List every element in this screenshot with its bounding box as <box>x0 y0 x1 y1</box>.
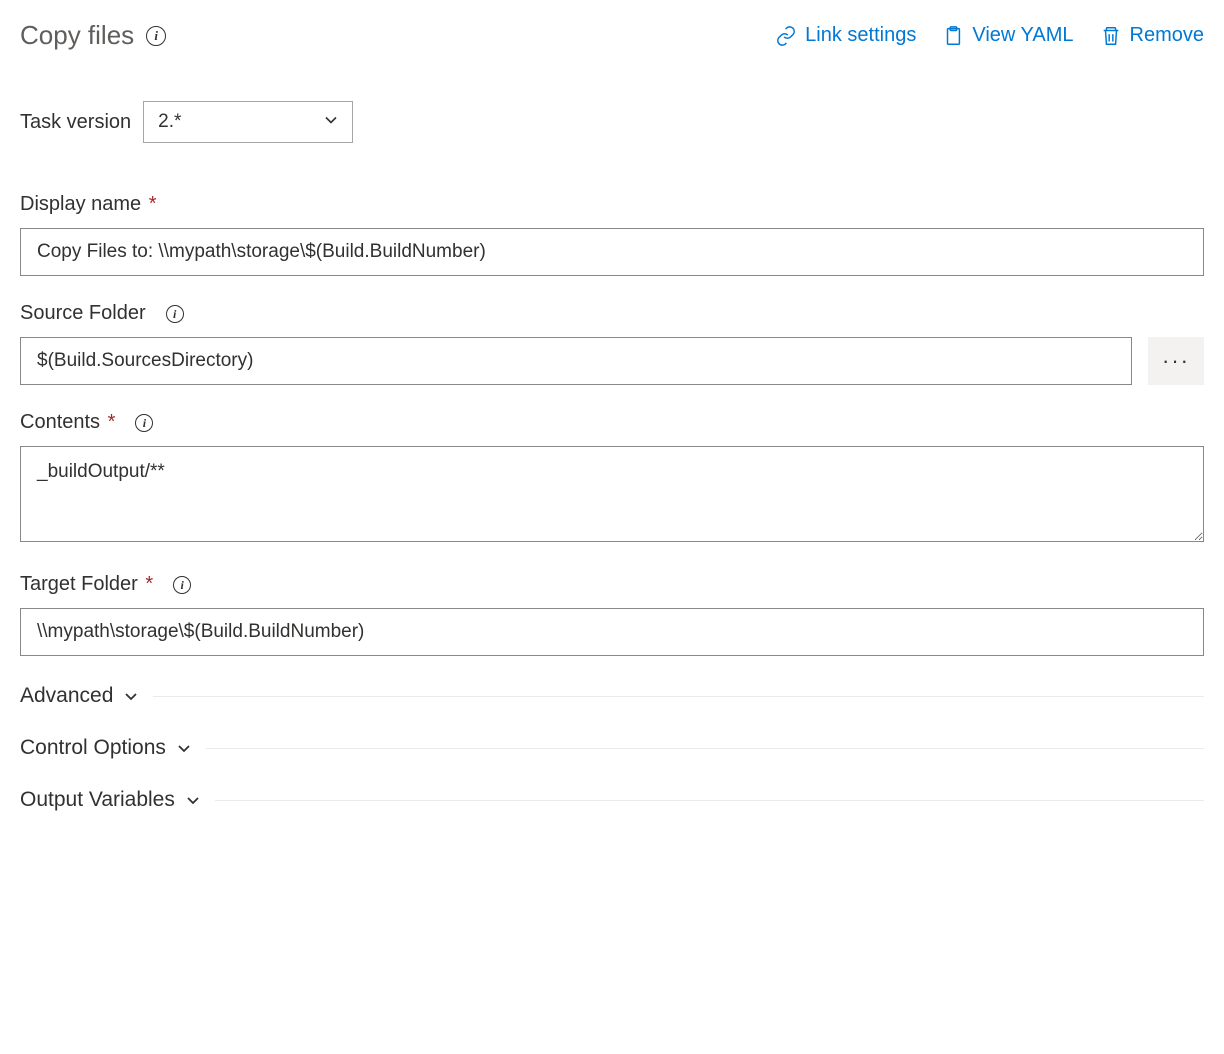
task-version-row: Task version 2.* <box>20 101 1204 143</box>
chevron-down-icon <box>176 740 192 756</box>
control-options-label: Control Options <box>20 736 166 760</box>
task-title-group: Copy files i <box>20 20 166 51</box>
required-asterisk: * <box>140 573 153 595</box>
source-folder-label: Source Folder <box>20 302 146 325</box>
required-asterisk: * <box>143 193 156 215</box>
trash-icon <box>1100 24 1122 48</box>
display-name-input[interactable] <box>20 228 1204 276</box>
advanced-section[interactable]: Advanced <box>20 684 1204 708</box>
header-actions: Link settings View YAML Remove <box>775 24 1204 48</box>
info-icon[interactable]: i <box>173 576 191 594</box>
view-yaml-label: View YAML <box>972 24 1073 47</box>
link-settings-label: Link settings <box>805 24 916 47</box>
chevron-down-icon <box>123 688 139 704</box>
source-folder-input[interactable] <box>20 337 1132 385</box>
info-icon[interactable]: i <box>135 414 153 432</box>
display-name-field: Display name * <box>20 193 1204 276</box>
divider <box>153 696 1204 697</box>
target-folder-input[interactable] <box>20 608 1204 656</box>
target-folder-field: Target Folder * i <box>20 573 1204 656</box>
remove-button[interactable]: Remove <box>1100 24 1204 48</box>
required-asterisk: * <box>102 411 115 433</box>
task-version-label: Task version <box>20 111 131 134</box>
link-icon <box>775 25 797 47</box>
info-icon[interactable]: i <box>166 305 184 323</box>
clipboard-icon <box>942 24 964 48</box>
contents-label: Contents * <box>20 411 115 434</box>
ellipsis-icon: ··· <box>1162 348 1190 374</box>
chevron-down-icon <box>185 792 201 808</box>
link-settings-button[interactable]: Link settings <box>775 24 916 47</box>
contents-input[interactable] <box>20 446 1204 542</box>
source-folder-field: Source Folder i ··· <box>20 302 1204 385</box>
advanced-label: Advanced <box>20 684 113 708</box>
view-yaml-button[interactable]: View YAML <box>942 24 1073 48</box>
task-title: Copy files <box>20 20 134 51</box>
output-variables-label: Output Variables <box>20 788 175 812</box>
divider <box>215 800 1204 801</box>
task-version-value: 2.* <box>158 111 181 133</box>
display-name-label: Display name * <box>20 193 157 216</box>
control-options-section[interactable]: Control Options <box>20 736 1204 760</box>
browse-button[interactable]: ··· <box>1148 337 1204 385</box>
output-variables-section[interactable]: Output Variables <box>20 788 1204 812</box>
info-icon[interactable]: i <box>146 26 166 46</box>
target-folder-label: Target Folder * <box>20 573 153 596</box>
divider <box>206 748 1204 749</box>
contents-field: Contents * i <box>20 411 1204 547</box>
task-version-select[interactable]: 2.* <box>143 101 353 143</box>
task-header: Copy files i Link settings View YAML <box>20 20 1204 51</box>
remove-label: Remove <box>1130 24 1204 47</box>
